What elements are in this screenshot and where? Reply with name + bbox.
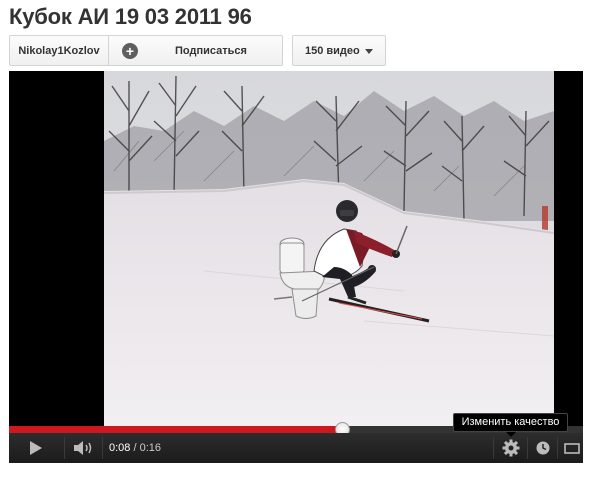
current-time: 0:08 xyxy=(109,442,131,454)
channel-subscribe-bar: Nikolay1Kozlov + Подписаться 150 видео xyxy=(9,35,386,66)
videos-count-label: 150 видео xyxy=(305,44,360,57)
video-player[interactable]: 0:08 / 0:16 xyxy=(9,71,583,463)
channel-name-button[interactable]: Nikolay1Kozlov xyxy=(9,35,109,66)
player-controls: 0:08 / 0:16 xyxy=(9,433,583,463)
controls-divider xyxy=(102,437,103,459)
subscribe-label: Подписаться xyxy=(175,45,247,57)
subscribe-button[interactable]: + Подписаться xyxy=(109,35,283,66)
watch-later-clock-icon xyxy=(536,441,550,455)
plus-icon: + xyxy=(122,43,138,59)
video-frame[interactable] xyxy=(104,71,554,426)
progress-played xyxy=(9,426,342,433)
settings-gear-icon xyxy=(502,439,520,457)
caret-down-icon xyxy=(365,49,373,54)
controls-divider xyxy=(527,437,528,459)
widescreen-button[interactable] xyxy=(560,433,583,463)
video-title: Кубок АИ 19 03 2011 96 xyxy=(9,4,252,29)
widescreen-icon xyxy=(563,442,580,454)
video-frame-image xyxy=(104,71,554,426)
time-display: 0:08 / 0:16 xyxy=(109,433,161,463)
quality-tooltip: Изменить качество xyxy=(453,413,568,437)
volume-icon xyxy=(74,441,92,455)
play-button[interactable] xyxy=(9,433,63,463)
duration: 0:16 xyxy=(139,442,162,454)
volume-button[interactable] xyxy=(67,433,101,463)
watch-later-button[interactable] xyxy=(530,433,556,463)
controls-divider xyxy=(493,437,494,459)
controls-divider xyxy=(557,437,558,459)
controls-divider xyxy=(64,437,65,459)
time-separator: / xyxy=(130,442,140,454)
settings-button[interactable] xyxy=(496,433,526,463)
channel-videos-dropdown[interactable]: 150 видео xyxy=(292,35,386,66)
play-icon xyxy=(30,441,42,455)
